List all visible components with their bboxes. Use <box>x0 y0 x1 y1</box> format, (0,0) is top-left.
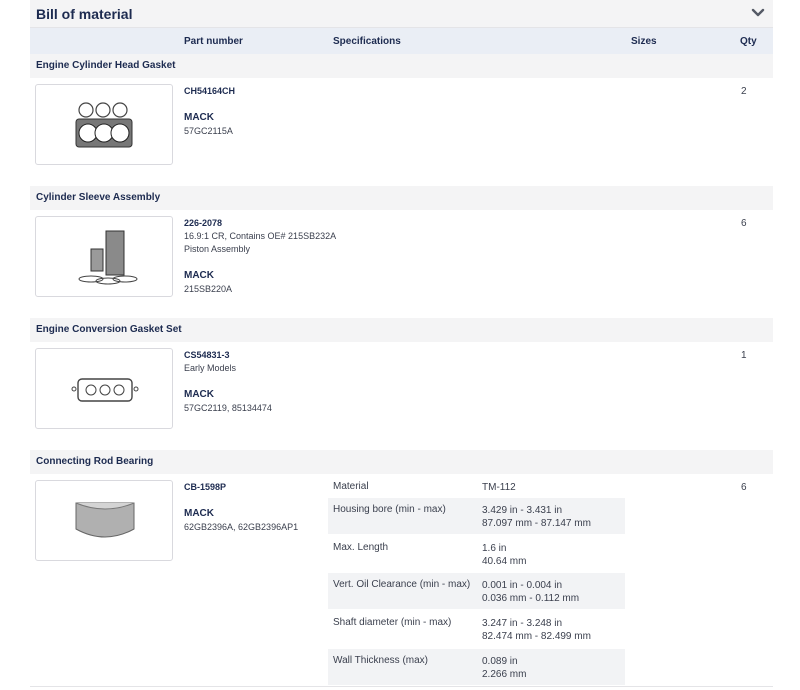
spec-label: Wall Thickness (max) <box>333 655 429 666</box>
chevron-down-icon[interactable] <box>751 7 765 19</box>
gasket-set-image <box>71 378 139 402</box>
spec-label: Vert. Oil Clearance (min - max) <box>333 579 471 590</box>
part-note: Early Models <box>184 363 237 373</box>
category-label: Engine Cylinder Head Gasket <box>36 60 176 71</box>
bom-panel-header[interactable]: Bill of material <box>30 0 773 28</box>
qty-value: 2 <box>741 86 747 97</box>
category-row: Cylinder Sleeve Assembly <box>30 186 773 210</box>
head-gasket-image <box>75 102 133 148</box>
category-label: Engine Conversion Gasket Set <box>36 324 182 335</box>
col-specifications: Specifications <box>333 36 401 47</box>
spec-value: 0.089 in 2.266 mm <box>482 656 527 680</box>
category-label: Connecting Rod Bearing <box>36 456 154 467</box>
qty-value: 1 <box>741 350 747 361</box>
sleeve-assembly-image <box>78 230 138 285</box>
rod-bearing-image <box>75 502 135 538</box>
category-row: Engine Conversion Gasket Set <box>30 318 773 342</box>
spec-row: Wall Thickness (max) 0.089 in 2.266 mm <box>328 649 625 685</box>
oe-numbers: 57GC2119, 85134474 <box>184 403 272 413</box>
part-number[interactable]: CB-1598P <box>184 482 226 492</box>
table-header: Part number Specifications Sizes Qty <box>30 28 773 54</box>
category-label: Cylinder Sleeve Assembly <box>36 192 161 203</box>
category-row: Engine Cylinder Head Gasket <box>30 54 773 78</box>
table-bottom-border <box>30 686 773 687</box>
spec-value: 1.6 in 40.64 mm <box>482 543 527 567</box>
spec-row: Vert. Oil Clearance (min - max) 0.001 in… <box>328 573 625 609</box>
spec-value: 0.001 in - 0.004 in 0.036 mm - 0.112 mm <box>482 580 580 604</box>
part-note: Piston Assembly <box>184 244 251 254</box>
oe-numbers: 57GC2115A <box>184 126 233 136</box>
part-number[interactable]: 226-2078 <box>184 218 222 228</box>
panel-title: Bill of material <box>36 6 133 22</box>
spec-value: 3.429 in - 3.431 in 87.097 mm - 87.147 mm <box>482 505 591 529</box>
brand-name: MACK <box>184 112 214 123</box>
part-number[interactable]: CS54831-3 <box>184 350 230 360</box>
qty-value: 6 <box>741 218 747 229</box>
part-number[interactable]: CH54164CH <box>184 86 235 96</box>
spec-value: 3.247 in - 3.248 in 82.474 mm - 82.499 mm <box>482 618 591 642</box>
part-image-sleeve-assembly[interactable] <box>35 216 173 297</box>
oe-numbers: 62GB2396A, 62GB2396AP1 <box>184 522 299 532</box>
spec-label: Housing bore (min - max) <box>333 504 446 515</box>
qty-value: 6 <box>741 482 747 493</box>
spec-row: Shaft diameter (min - max) 3.247 in - 3.… <box>328 611 625 647</box>
brand-name: MACK <box>184 389 214 400</box>
brand-name: MACK <box>184 270 214 281</box>
spec-row: Max. Length 1.6 in 40.64 mm <box>328 536 625 572</box>
col-sizes: Sizes <box>631 36 657 47</box>
part-image-gasket-set[interactable] <box>35 348 173 429</box>
spec-label: Material <box>333 481 369 492</box>
category-row: Connecting Rod Bearing <box>30 450 773 474</box>
col-qty: Qty <box>740 36 757 47</box>
col-part-number: Part number <box>184 36 243 47</box>
spec-row: Housing bore (min - max) 3.429 in - 3.43… <box>328 498 625 534</box>
part-image-rod-bearing[interactable] <box>35 480 173 561</box>
spec-value: TM-112 <box>482 482 516 493</box>
spec-label: Shaft diameter (min - max) <box>333 617 452 628</box>
spec-label: Max. Length <box>333 542 389 553</box>
part-note: 16.9:1 CR, Contains OE# 215SB232A <box>184 231 337 241</box>
part-image-head-gasket[interactable] <box>35 84 173 165</box>
oe-numbers: 215SB220A <box>184 284 233 294</box>
brand-name: MACK <box>184 508 214 519</box>
